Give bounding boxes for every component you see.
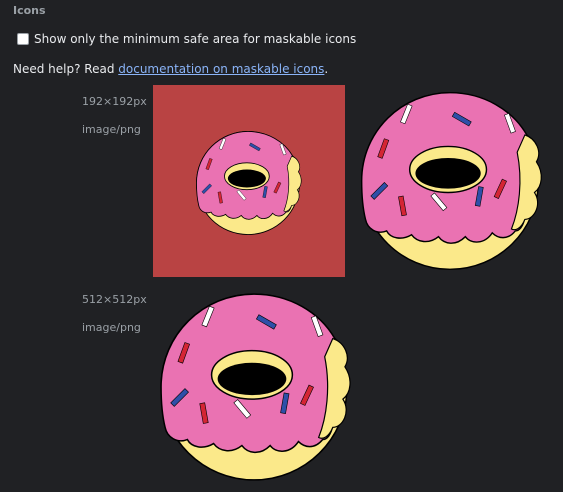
icon-preview-192 — [352, 85, 548, 277]
safe-area-option[interactable]: Show only the minimum safe area for mask… — [17, 32, 356, 46]
donut-icon — [153, 286, 355, 488]
donut-icon — [192, 127, 304, 239]
icon-type-label: image/png — [82, 321, 141, 334]
help-suffix: . — [324, 62, 329, 76]
safe-area-checkbox[interactable] — [17, 33, 29, 45]
maskable-icon-preview — [153, 85, 345, 277]
safe-area-label: Show only the minimum safe area for mask… — [34, 32, 357, 46]
icon-size-label: 512×512px — [82, 293, 147, 306]
help-prefix: Need help? Read — [13, 62, 119, 76]
icon-preview-512 — [153, 286, 355, 488]
help-text: Need help? Read documentation on maskabl… — [13, 62, 328, 76]
icon-type-label: image/png — [82, 123, 141, 136]
maskable-docs-link[interactable]: documentation on maskable icons — [118, 62, 324, 76]
donut-icon — [352, 85, 548, 277]
icon-size-label: 192×192px — [82, 95, 147, 108]
section-title: Icons — [13, 4, 46, 17]
